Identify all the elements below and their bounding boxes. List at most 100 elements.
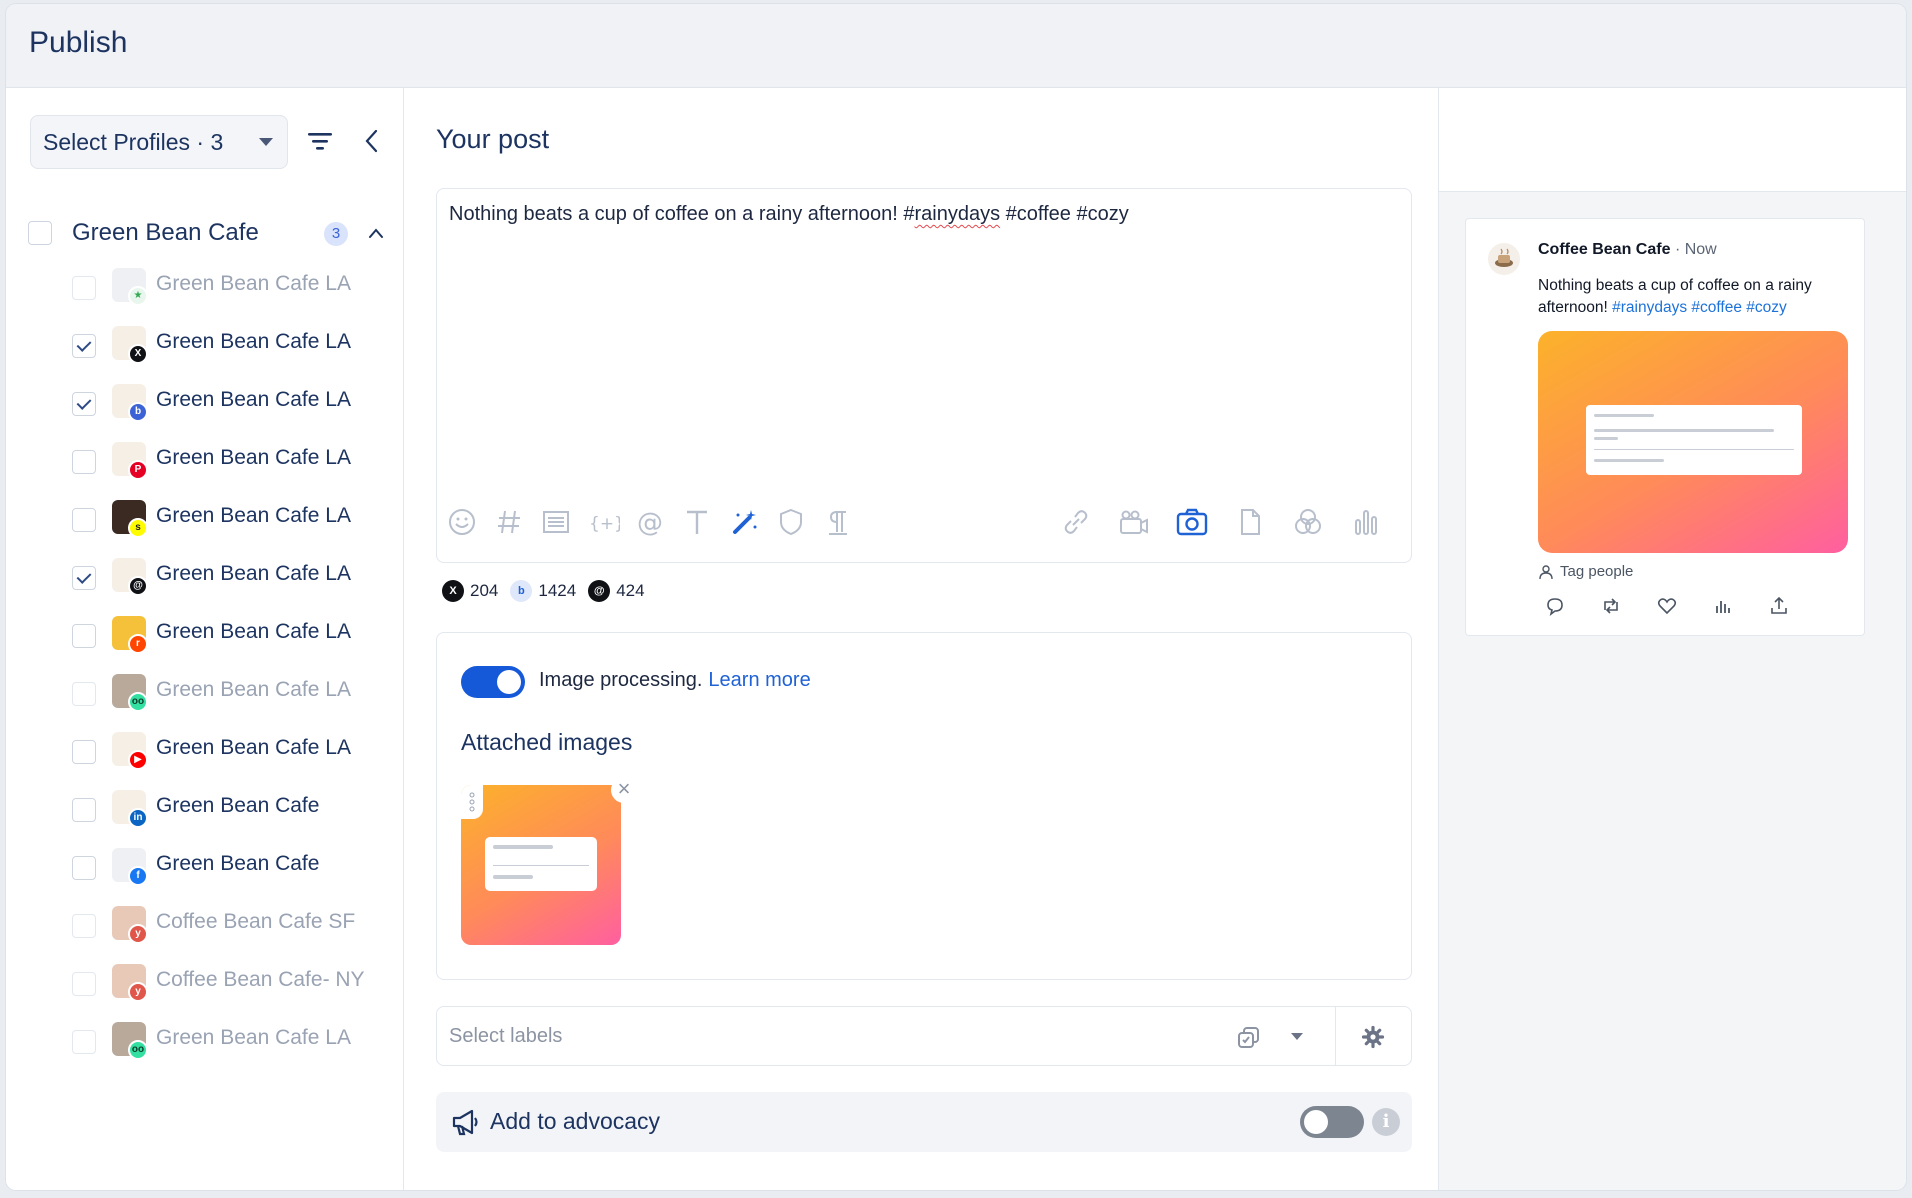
chevron-down-icon[interactable] [1289,1031,1305,1043]
labels-placeholder: Select labels [449,1025,563,1047]
profile-name: Green Bean Cafe [156,852,320,875]
drag-handle-icon[interactable] [461,785,483,819]
image-processing-toggle[interactable] [461,666,525,698]
heart-icon[interactable] [1656,595,1678,617]
profile-row[interactable]: @ Green Bean Cafe LA [72,556,392,600]
profile-name: Green Bean Cafe LA [156,678,351,701]
profile-checkbox[interactable] [72,914,96,938]
profile-row[interactable]: y Coffee Bean Cafe- NY [72,962,392,1006]
tag-people-button[interactable]: Tag people [1538,563,1633,580]
remove-image-icon[interactable]: × [611,777,637,803]
text-block-icon[interactable] [539,505,573,539]
preview-header [1439,88,1906,192]
profile-name: Green Bean Cafe LA [156,446,351,469]
mention-icon[interactable]: @ [633,505,667,539]
profile-checkbox[interactable] [72,450,96,474]
bluesky-icon: b [510,580,533,602]
analytics-icon[interactable] [1712,595,1734,617]
chevron-up-icon[interactable] [368,227,384,239]
collapse-sidebar-icon[interactable] [362,128,382,154]
profile-checkbox[interactable] [72,334,96,358]
profile-name: Green Bean Cafe LA [156,620,351,643]
group-checkbox[interactable] [28,221,52,245]
image-processing-label: Image processing. Learn more [539,669,811,691]
profile-checkbox[interactable] [72,972,96,996]
profile-checkbox[interactable] [72,392,96,416]
google-business-icon: ★ [128,286,148,306]
profile-checkbox[interactable] [72,508,96,532]
learn-more-link[interactable]: Learn more [708,669,810,691]
profile-row[interactable]: f Green Bean Cafe [72,846,392,890]
profile-row[interactable]: ▶ Green Bean Cafe LA [72,730,392,774]
hashtag-icon[interactable] [492,505,526,539]
profile-checkbox[interactable] [72,856,96,880]
post-editor[interactable]: Nothing beats a cup of coffee on a rainy… [436,188,1412,563]
media-section: Image processing. Learn more Attached ima… [436,632,1412,980]
preview-account-name: Coffee Bean Cafe · Now [1538,241,1717,258]
profile-row[interactable]: oo Green Bean Cafe LA [72,672,392,716]
tripadvisor-icon: oo [128,692,148,712]
bar-chart-icon[interactable] [1349,505,1383,539]
profile-checkbox[interactable] [72,682,96,706]
profile-row[interactable]: r Green Bean Cafe LA [72,614,392,658]
shield-icon[interactable] [774,505,808,539]
filter-icon[interactable] [306,130,334,152]
repost-icon[interactable] [1600,595,1622,617]
post-text[interactable]: Nothing beats a cup of coffee on a rainy… [449,203,1129,226]
profile-checkbox[interactable] [72,798,96,822]
x-icon: X [442,580,464,602]
select-profiles-dropdown[interactable]: Select Profiles · 3 [30,115,288,169]
profile-row[interactable]: b Green Bean Cafe LA [72,382,392,426]
paragraph-icon[interactable] [821,505,855,539]
yelp-icon: y [128,982,148,1002]
magic-wand-icon[interactable] [727,505,761,539]
emoji-icon[interactable] [445,505,479,539]
info-icon[interactable]: i [1372,1108,1400,1136]
tripadvisor-icon: oo [128,1040,148,1060]
youtube-icon: ▶ [128,750,148,770]
link-icon[interactable] [1059,505,1093,539]
profile-checkbox[interactable] [72,566,96,590]
profile-name: Coffee Bean Cafe- NY [156,968,365,991]
profile-name: Green Bean Cafe LA [156,736,351,759]
account-avatar [1488,243,1520,275]
page-title: Publish [29,26,128,59]
attached-images-heading: Attached images [461,729,633,755]
video-camera-icon[interactable] [1117,505,1151,539]
svg-text:{+}: {+} [589,514,620,534]
profile-row[interactable]: ★ Green Bean Cafe LA [72,266,392,310]
profile-checkbox[interactable] [72,276,96,300]
text-format-icon[interactable] [680,505,714,539]
settings-gear-icon[interactable] [1361,1025,1385,1049]
composer-panel: Your post Nothing beats a cup of coffee … [404,88,1438,1190]
profile-row[interactable]: P Green Bean Cafe LA [72,440,392,484]
profile-checkbox[interactable] [72,1030,96,1054]
copy-labels-icon[interactable] [1235,1023,1263,1051]
profile-name: Green Bean Cafe LA [156,272,351,295]
profile-row[interactable]: X Green Bean Cafe LA [72,324,392,368]
select-profiles-label: Select Profiles · 3 [43,128,224,155]
profile-row[interactable]: y Coffee Bean Cafe SF [72,904,392,948]
profile-row[interactable]: oo Green Bean Cafe LA [72,1020,392,1064]
document-icon[interactable] [1233,505,1267,539]
svg-text:@: @ [637,508,663,538]
camera-icon[interactable] [1175,505,1209,539]
profile-checkbox[interactable] [72,624,96,648]
variables-icon[interactable]: {+} [586,505,620,539]
share-icon[interactable] [1768,595,1790,617]
reply-icon[interactable] [1544,595,1566,617]
advocacy-toggle[interactable] [1300,1106,1364,1138]
profile-name: Green Bean Cafe LA [156,388,351,411]
advocacy-row: Add to advocacy i [436,1092,1412,1152]
profile-row[interactable]: in Green Bean Cafe [72,788,392,832]
labels-field[interactable]: Select labels [436,1006,1412,1066]
profile-group[interactable]: Green Bean Cafe 3 [28,215,388,251]
bluesky-icon: b [128,402,148,422]
image-card-graphic [485,837,597,891]
attached-image-thumbnail[interactable]: × [461,777,637,945]
character-counts: X 204 b 1424 @424 [442,578,645,604]
preview-image [1538,331,1848,553]
profile-checkbox[interactable] [72,740,96,764]
circles-icon[interactable] [1291,505,1325,539]
profile-row[interactable]: s Green Bean Cafe LA [72,498,392,542]
